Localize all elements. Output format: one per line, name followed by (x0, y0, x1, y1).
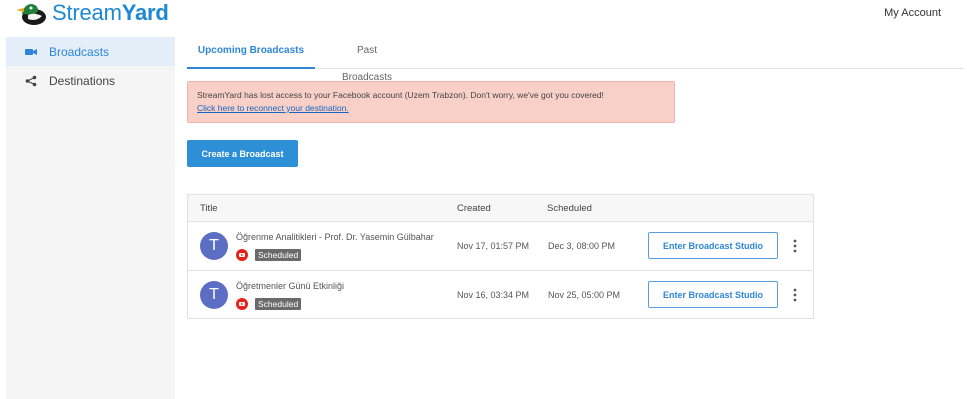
scheduled-date: Dec 3, 08:00 PM (548, 241, 616, 251)
table-row: T Öğrenme Analitikleri - Prof. Dr. Yasem… (188, 222, 813, 271)
broadcasts-table: Title Created Scheduled T Öğrenme Analit… (187, 194, 814, 319)
share-icon (25, 75, 37, 87)
sidebar-item-label: Destinations (49, 73, 116, 88)
youtube-icon (236, 298, 248, 310)
streamyard-logo[interactable]: StreamYard (14, 0, 169, 26)
facebook-access-alert: StreamYard has lost access to your Faceb… (187, 81, 675, 123)
table-header: Title Created Scheduled (188, 195, 813, 222)
create-broadcast-button[interactable]: Create a Broadcast (187, 140, 298, 167)
enter-broadcast-studio-button[interactable]: Enter Broadcast Studio (648, 281, 778, 308)
sidebar: Broadcasts Destinations (6, 37, 175, 399)
video-camera-icon (25, 46, 37, 58)
broadcast-title: Öğretmenler Günü Etkinliği (236, 281, 345, 291)
table-row: T Öğretmenler Günü Etkinliği Scheduled N… (188, 271, 813, 320)
sidebar-item-broadcasts[interactable]: Broadcasts (6, 37, 175, 66)
created-date: Nov 16, 03:34 PM (457, 290, 530, 300)
logo-text: StreamYard (52, 0, 169, 25)
column-header-title: Title (200, 203, 218, 214)
more-options-icon[interactable] (789, 286, 801, 304)
alert-message: StreamYard has lost access to your Faceb… (197, 90, 604, 100)
enter-broadcast-studio-button[interactable]: Enter Broadcast Studio (648, 232, 778, 259)
youtube-icon (236, 249, 248, 261)
scheduled-date: Nov 25, 05:00 PM (548, 290, 621, 300)
avatar: T (200, 281, 228, 309)
more-options-icon[interactable] (789, 237, 801, 255)
status-badge: Scheduled (255, 249, 302, 261)
my-account-link[interactable]: My Account (884, 7, 941, 19)
status-badge: Scheduled (255, 298, 302, 310)
duck-logo-icon (16, 4, 46, 25)
created-date: Nov 17, 01:57 PM (457, 241, 530, 251)
broadcast-tabs: Upcoming Broadcasts Past Broadcasts (187, 37, 963, 83)
column-header-scheduled: Scheduled (547, 203, 592, 214)
sidebar-item-destinations[interactable]: Destinations (6, 66, 175, 95)
column-header-created: Created (457, 203, 491, 214)
broadcast-title: Öğrenme Analitikleri - Prof. Dr. Yasemin… (236, 232, 434, 242)
sidebar-item-label: Broadcasts (49, 44, 110, 59)
tab-past-broadcasts[interactable]: Past Broadcasts (331, 37, 403, 83)
reconnect-destination-link[interactable]: Click here to reconnect your destination… (197, 103, 349, 113)
avatar: T (200, 232, 228, 260)
top-bar: StreamYard My Account (0, 0, 967, 30)
tab-upcoming-broadcasts[interactable]: Upcoming Broadcasts (187, 37, 315, 69)
